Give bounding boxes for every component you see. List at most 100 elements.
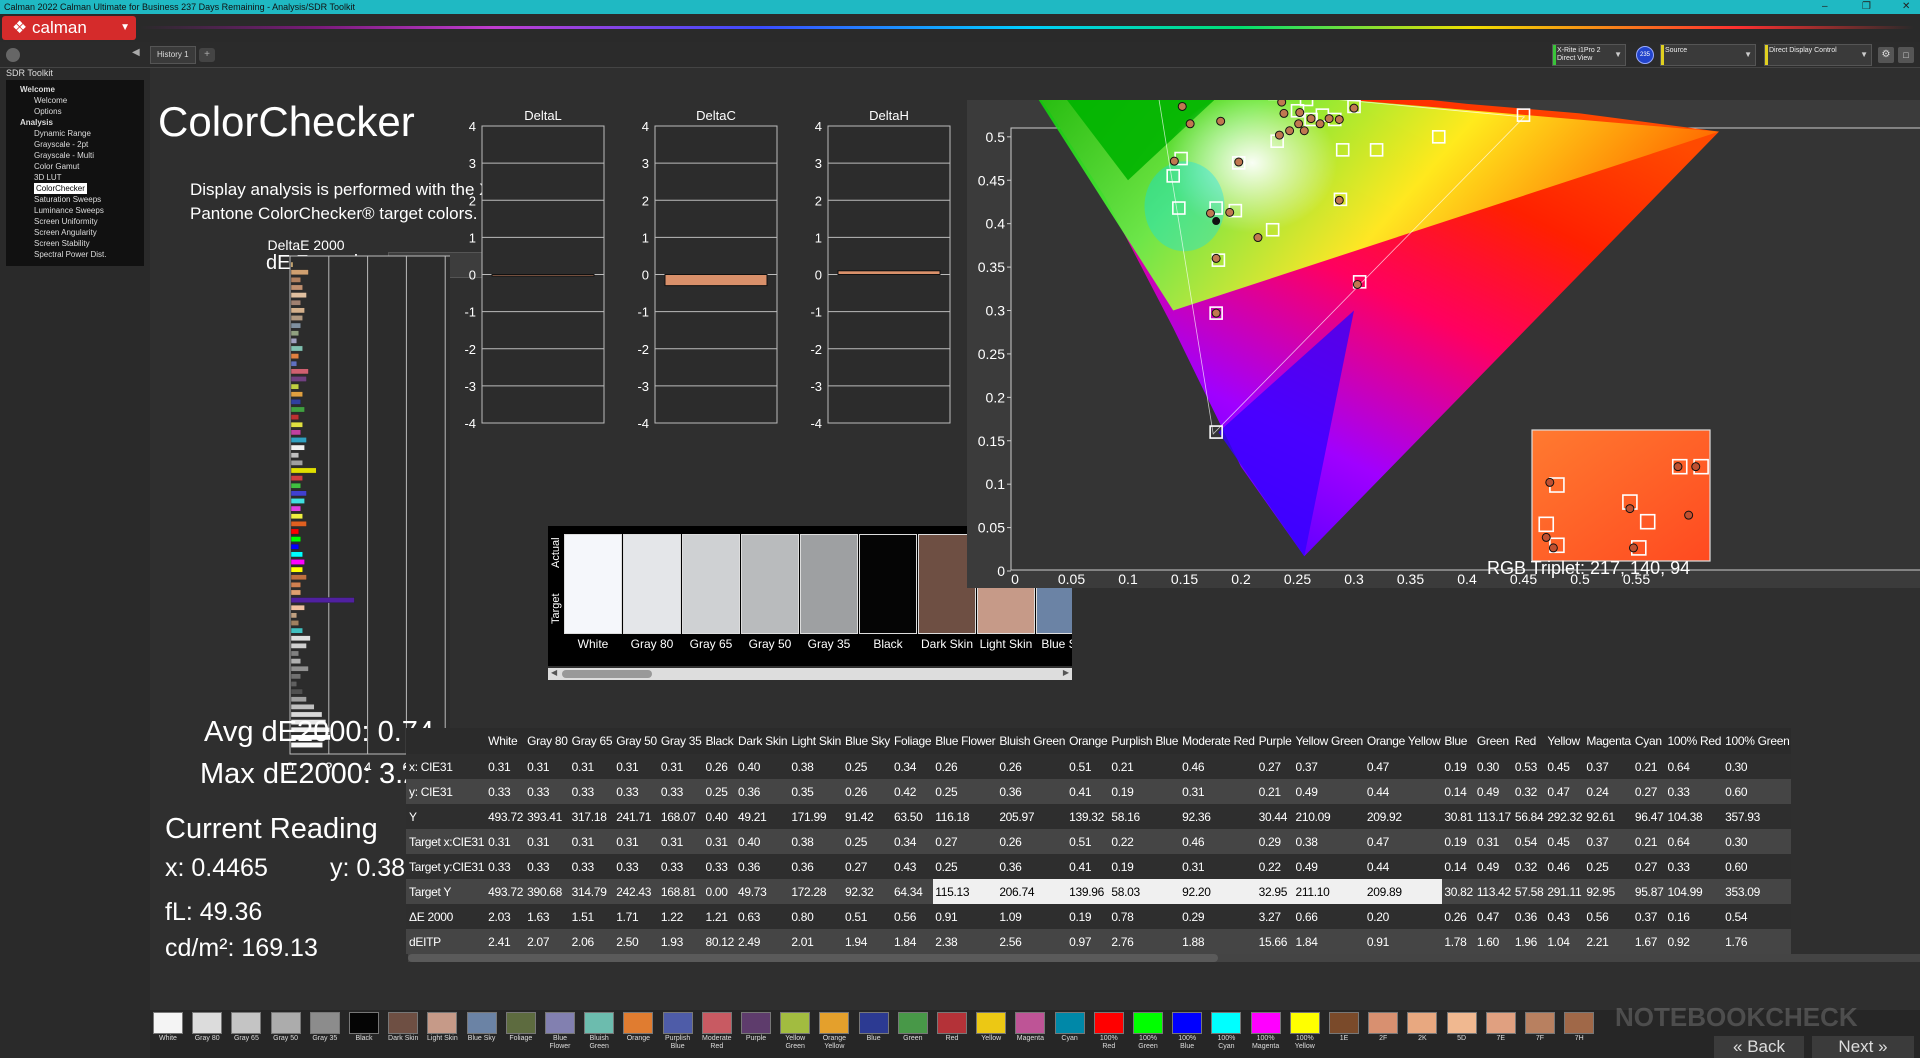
tree-item-colorchecker[interactable]: ColorChecker (10, 183, 140, 194)
tree-item-screen-uniformity[interactable]: Screen Uniformity (10, 216, 140, 227)
bottom-swatch-gray-80[interactable]: Gray 80 (191, 1012, 223, 1056)
scroll-left-icon[interactable]: ◀ (551, 668, 557, 677)
bottom-swatch-1e[interactable]: 1E (1328, 1012, 1360, 1056)
tree-item-grayscale-2pt[interactable]: Grayscale - 2pt (10, 139, 140, 150)
table-cell: 139.96 (1067, 879, 1110, 904)
tree-item-spectral-power-dist[interactable]: Spectral Power Dist. (10, 249, 140, 260)
collapse-sidebar-icon[interactable]: ◀ (132, 47, 140, 58)
display-selector[interactable]: Direct Display Control ▼ (1764, 44, 1872, 66)
swatch-chip-label: Purplish Blue (664, 1035, 691, 1050)
bottom-swatch-orange[interactable]: Orange (622, 1012, 654, 1056)
table-cell: 0.36 (997, 779, 1068, 804)
tree-item-options[interactable]: Options (10, 106, 140, 117)
bottom-swatch-light-skin[interactable]: Light Skin (426, 1012, 458, 1056)
table-cell: 0.25 (703, 779, 736, 804)
bottom-swatch-100-green[interactable]: 100% Green (1132, 1012, 1164, 1056)
tree-item-luminance-sweeps[interactable]: Luminance Sweeps (10, 205, 140, 216)
tree-item-grayscale-multi[interactable]: Grayscale - Multi (10, 150, 140, 161)
bottom-swatch-100-cyan[interactable]: 100% Cyan (1210, 1012, 1242, 1056)
bottom-swatch-red[interactable]: Red (936, 1012, 968, 1056)
bottom-swatch-blue-sky[interactable]: Blue Sky (466, 1012, 498, 1056)
swatch-gray-35[interactable]: Gray 35 (800, 534, 858, 660)
bottom-swatch-gray-50[interactable]: Gray 50 (270, 1012, 302, 1056)
bottom-swatch-moderate-red[interactable]: Moderate Red (701, 1012, 733, 1056)
table-cell: 0.22 (1256, 854, 1294, 879)
meter-badge[interactable]: 235 (1636, 46, 1654, 64)
bottom-swatch-blue-flower[interactable]: Blue Flower (544, 1012, 576, 1056)
scroll-right-icon[interactable]: ▶ (1063, 668, 1069, 677)
bottom-swatch-100-yellow[interactable]: 100% Yellow (1289, 1012, 1321, 1056)
tree-group-welcome[interactable]: Welcome (10, 84, 140, 95)
bottom-swatch-100-blue[interactable]: 100% Blue (1171, 1012, 1203, 1056)
bottom-swatch-2f[interactable]: 2F (1367, 1012, 1399, 1056)
bottom-swatch-purple[interactable]: Purple (740, 1012, 772, 1056)
bottom-swatch-green[interactable]: Green (897, 1012, 929, 1056)
bottom-swatch-gray-65[interactable]: Gray 65 (230, 1012, 262, 1056)
tree-item-dynamic-range[interactable]: Dynamic Range (10, 128, 140, 139)
bottom-swatch-7f[interactable]: 7F (1524, 1012, 1556, 1056)
bottom-swatch-yellow[interactable]: Yellow (975, 1012, 1007, 1056)
source-selector[interactable]: Source ▼ (1660, 44, 1756, 66)
table-row-header: Target x:CIE31 (406, 829, 487, 854)
back-button[interactable]: « Back (1714, 1036, 1804, 1058)
bottom-swatch-7e[interactable]: 7E (1485, 1012, 1517, 1056)
bottom-swatch-blue[interactable]: Blue (858, 1012, 890, 1056)
bottom-swatch-black[interactable]: Black (348, 1012, 380, 1056)
bottom-swatch-white[interactable]: White (152, 1012, 184, 1056)
minimize-icon[interactable]: – (1822, 0, 1828, 14)
table-cell: 1.88 (1180, 929, 1257, 954)
tree-group-analysis[interactable]: Analysis (10, 117, 140, 128)
swatch-gray-65[interactable]: Gray 65 (682, 534, 740, 660)
cie-xtick: 0.05 (1058, 571, 1085, 587)
settings-icon[interactable] (6, 48, 20, 62)
table-cell: 0.31 (703, 829, 736, 854)
calman-menu-button[interactable]: ❖ calman ▼ (2, 16, 136, 40)
table-scrollbar[interactable] (408, 954, 1920, 962)
bottom-swatch-orange-yellow[interactable]: Orange Yellow (818, 1012, 850, 1056)
swatch-label: Blue Sky (1041, 637, 1072, 651)
bottom-swatch-100-red[interactable]: 100% Red (1093, 1012, 1125, 1056)
next-button[interactable]: Next » (1812, 1036, 1914, 1058)
delta-ytick: 1 (815, 230, 822, 245)
bottom-swatch-foliage[interactable]: Foliage (505, 1012, 537, 1056)
table-scrollbar-thumb[interactable] (408, 954, 1218, 962)
swatch-scrollbar-thumb[interactable] (562, 670, 652, 678)
table-cell: 0.26 (933, 754, 998, 779)
swatch-gray-80[interactable]: Gray 80 (623, 534, 681, 660)
bottom-swatch-dark-skin[interactable]: Dark Skin (387, 1012, 419, 1056)
close-icon[interactable]: ✕ (1902, 0, 1910, 14)
table-cell: 1.76 (1723, 929, 1792, 954)
tree-item-screen-angularity[interactable]: Screen Angularity (10, 227, 140, 238)
tab-history-1[interactable]: History 1 (150, 46, 196, 64)
bottom-swatch-yellow-green[interactable]: Yellow Green (779, 1012, 811, 1056)
bottom-swatch-2k[interactable]: 2K (1406, 1012, 1438, 1056)
bottom-swatch-cyan[interactable]: Cyan (1054, 1012, 1086, 1056)
tree-item-welcome[interactable]: Welcome (10, 95, 140, 106)
swatch-gray-50[interactable]: Gray 50 (741, 534, 799, 660)
gear-icon[interactable]: ⚙ (1878, 47, 1894, 63)
add-tab-button[interactable]: + (199, 48, 215, 62)
tree-item-3d-lut[interactable]: 3D LUT (10, 172, 140, 183)
maximize-icon[interactable]: ❐ (1862, 0, 1871, 14)
tree-item-saturation-sweeps[interactable]: Saturation Sweeps (10, 194, 140, 205)
meter-selector[interactable]: X-Rite i1Pro 2 Direct View ▼ (1552, 44, 1626, 66)
tree-item-color-gamut[interactable]: Color Gamut (10, 161, 140, 172)
sidebar-title: SDR Toolkit (6, 68, 53, 78)
bottom-swatch-gray-35[interactable]: Gray 35 (309, 1012, 341, 1056)
swatch-chip-label: Magenta (1016, 1035, 1045, 1042)
swatch-chip-label: Cyan (1061, 1035, 1078, 1042)
tree-item-screen-stability[interactable]: Screen Stability (10, 238, 140, 249)
bottom-swatch-7h[interactable]: 7H (1563, 1012, 1595, 1056)
bottom-swatch-100-magenta[interactable]: 100% Magenta (1250, 1012, 1282, 1056)
window-icon[interactable]: □ (1898, 47, 1914, 63)
table-cell: 0.34 (891, 829, 934, 854)
bottom-swatch-purplish-blue[interactable]: Purplish Blue (662, 1012, 694, 1056)
swatch-white[interactable]: White (564, 534, 622, 660)
bottom-swatch-bluish-green[interactable]: Bluish Green (583, 1012, 615, 1056)
swatch-black[interactable]: Black (859, 534, 917, 660)
bottom-swatch-5d[interactable]: 5D (1446, 1012, 1478, 1056)
table-header: Blue Sky (843, 728, 892, 754)
swatch-scrollbar[interactable]: ◀ ▶ (548, 668, 1072, 680)
table-cell: 2.06 (569, 929, 615, 954)
bottom-swatch-magenta[interactable]: Magenta (1014, 1012, 1046, 1056)
